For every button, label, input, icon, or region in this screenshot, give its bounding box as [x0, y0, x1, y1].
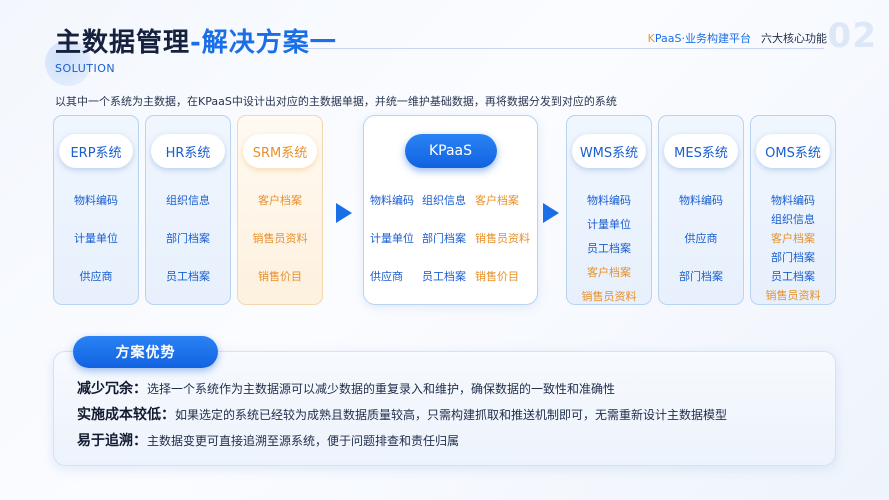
page-title: 主数据管理-解决方案一: [55, 28, 337, 58]
list-item: 组织信息: [771, 213, 815, 226]
title-block: 主数据管理-解决方案一 SOLUTION: [45, 22, 337, 86]
list-item: 供应商: [79, 270, 113, 283]
srm-system-card: SRM系统 客户档案 销售员资料 销售价目: [237, 115, 323, 305]
list-item: 销售员资料: [765, 289, 821, 302]
list-item: 销售价目: [258, 270, 302, 283]
platform-name: KPaaS·业务构建平台: [647, 32, 751, 45]
kpaas-label: KPaaS: [404, 134, 497, 168]
oms-system-card: OMS系统 物料编码 组织信息 客户档案 部门档案 员工档案 销售员资料: [750, 115, 836, 305]
list-item: 计量单位: [587, 218, 631, 231]
list-item: 部门档案: [771, 251, 815, 264]
list-item: 员工档案: [771, 270, 815, 283]
advantage-item: 减少冗余：选择一个系统作为主数据源可以减少数据的重复录入和维护，确保数据的一致性…: [77, 378, 615, 398]
advantage-item: 实施成本较低：如果选定的系统已经较为成熟且数据质量较高，只需构建抓取和推送机制即…: [77, 404, 727, 424]
kpaas-item: 组织信息: [422, 194, 466, 207]
list-item: 销售员资料: [252, 232, 308, 245]
list-item: 供应商: [684, 232, 718, 245]
advantage-text: 如果选定的系统已经较为成熟且数据质量较高，只需构建抓取和推送机制即可，无需重新设…: [175, 408, 728, 422]
list-item: 物料编码: [679, 194, 723, 207]
list-item: 物料编码: [587, 194, 631, 207]
advantage-item: 易于追溯：主数据变更可直接追溯至源系统，便于问题排查和责任归属: [77, 430, 459, 450]
page-subtitle: SOLUTION: [55, 62, 116, 75]
kpaas-item: 计量单位: [370, 232, 414, 245]
list-item: 客户档案: [258, 194, 302, 207]
kpaas-item: 销售员资料: [475, 232, 530, 245]
erp-system-card: ERP系统 物料编码 计量单位 供应商: [53, 115, 139, 305]
advantage-label: 减少冗余：: [77, 381, 147, 397]
kpaas-item: 销售价目: [475, 270, 519, 283]
list-item: 客户档案: [771, 232, 815, 245]
wms-system-label: WMS系统: [572, 134, 646, 168]
arrow-right-icon: [336, 203, 352, 223]
srm-system-label: SRM系统: [243, 134, 317, 168]
kpaas-item: 物料编码: [370, 194, 414, 207]
kpaas-item: 客户档案: [475, 194, 519, 207]
list-item: 部门档案: [166, 232, 210, 245]
list-item: 客户档案: [587, 266, 631, 279]
list-item: 员工档案: [166, 270, 210, 283]
feature-label: 六大核心功能: [761, 32, 827, 45]
page-number: 02: [827, 16, 877, 56]
erp-system-label: ERP系统: [59, 134, 133, 168]
header-divider: [290, 48, 824, 49]
wms-system-card: WMS系统 物料编码 计量单位 员工档案 客户档案 销售员资料: [566, 115, 652, 305]
header-meta: KPaaS·业务构建平台 六大核心功能: [648, 30, 827, 46]
arrow-right-icon: [543, 203, 559, 223]
list-item: 组织信息: [166, 194, 210, 207]
page-title-accent: -解决方案一: [190, 28, 337, 58]
hr-system-card: HR系统 组织信息 部门档案 员工档案: [145, 115, 231, 305]
list-item: 物料编码: [74, 194, 118, 207]
advantage-label: 易于追溯：: [77, 433, 147, 449]
mes-system-card: MES系统 物料编码 供应商 部门档案: [658, 115, 744, 305]
advantage-text: 主数据变更可直接追溯至源系统，便于问题排查和责任归属: [147, 434, 460, 448]
list-item: 计量单位: [74, 232, 118, 245]
hr-system-label: HR系统: [151, 134, 225, 168]
oms-system-label: OMS系统: [756, 134, 830, 168]
mes-system-label: MES系统: [664, 134, 738, 168]
kpaas-hub-card: KPaaS 物料编码 组织信息 客户档案 计量单位 部门档案 销售员资料 供应商…: [363, 115, 538, 305]
advantages-tag: 方案优势: [73, 336, 218, 368]
kpaas-item: 供应商: [370, 270, 403, 283]
list-item: 部门档案: [679, 270, 723, 283]
list-item: 员工档案: [587, 242, 631, 255]
list-item: 销售员资料: [581, 290, 637, 303]
list-item: 物料编码: [771, 194, 815, 207]
intro-text: 以其中一个系统为主数据，在KPaaS中设计出对应的主数据单据，并统一维护基础数据…: [55, 95, 617, 108]
kpaas-item: 员工档案: [422, 270, 466, 283]
advantage-label: 实施成本较低：: [77, 407, 175, 423]
kpaas-item: 部门档案: [422, 232, 466, 245]
advantage-text: 选择一个系统作为主数据源可以减少数据的重复录入和维护，确保数据的一致性和准确性: [147, 382, 616, 396]
